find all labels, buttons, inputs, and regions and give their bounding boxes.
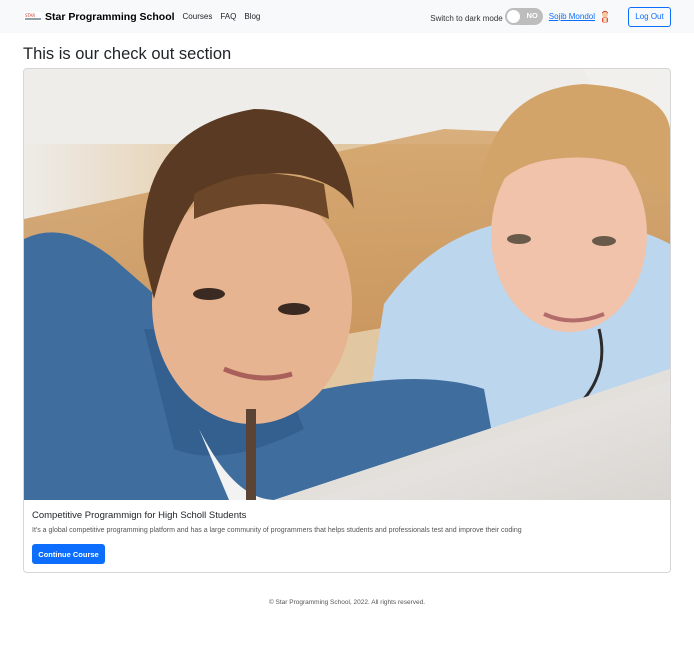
brand-title[interactable]: Star Programming School — [45, 11, 175, 23]
dark-mode-label: Switch to dark mode — [430, 13, 503, 23]
page-title: This is our check out section — [23, 45, 232, 63]
nav-right: Switch to dark mode NO Sojib Mondol Log … — [430, 0, 671, 33]
footer-text: © Star Programming School, 2022. All rig… — [268, 599, 426, 606]
course-title: Competitive Programmign for High Scholl … — [32, 510, 247, 521]
course-description: It's a global competitive programming pl… — [32, 527, 522, 534]
logout-button[interactable]: Log Out — [628, 6, 671, 27]
nav-link-courses[interactable]: Courses — [183, 12, 213, 21]
svg-text:STAR: STAR — [25, 13, 35, 18]
user-avatar-icon[interactable] — [599, 10, 611, 24]
user-name-link[interactable]: Sojib Mondol — [549, 12, 595, 21]
nav-link-faq[interactable]: FAQ — [220, 12, 236, 21]
nav-links: Courses FAQ Blog — [183, 12, 269, 21]
toggle-state-text: NO — [526, 11, 538, 20]
navbar: STAR Star Programming School Courses FAQ… — [0, 0, 694, 33]
continue-course-button[interactable]: Continue Course — [32, 544, 105, 564]
course-image — [24, 69, 670, 500]
footer: © Star Programming School, 2022. All rig… — [0, 599, 694, 606]
toggle-knob — [506, 9, 520, 23]
dark-mode-toggle[interactable]: NO — [504, 7, 543, 25]
brand[interactable]: STAR Star Programming School — [24, 11, 175, 23]
card-body: Competitive Programmign for High Scholl … — [24, 500, 670, 564]
brand-logo-icon: STAR — [24, 12, 42, 21]
nav-link-blog[interactable]: Blog — [244, 12, 260, 21]
course-card: Competitive Programmign for High Scholl … — [23, 68, 671, 573]
